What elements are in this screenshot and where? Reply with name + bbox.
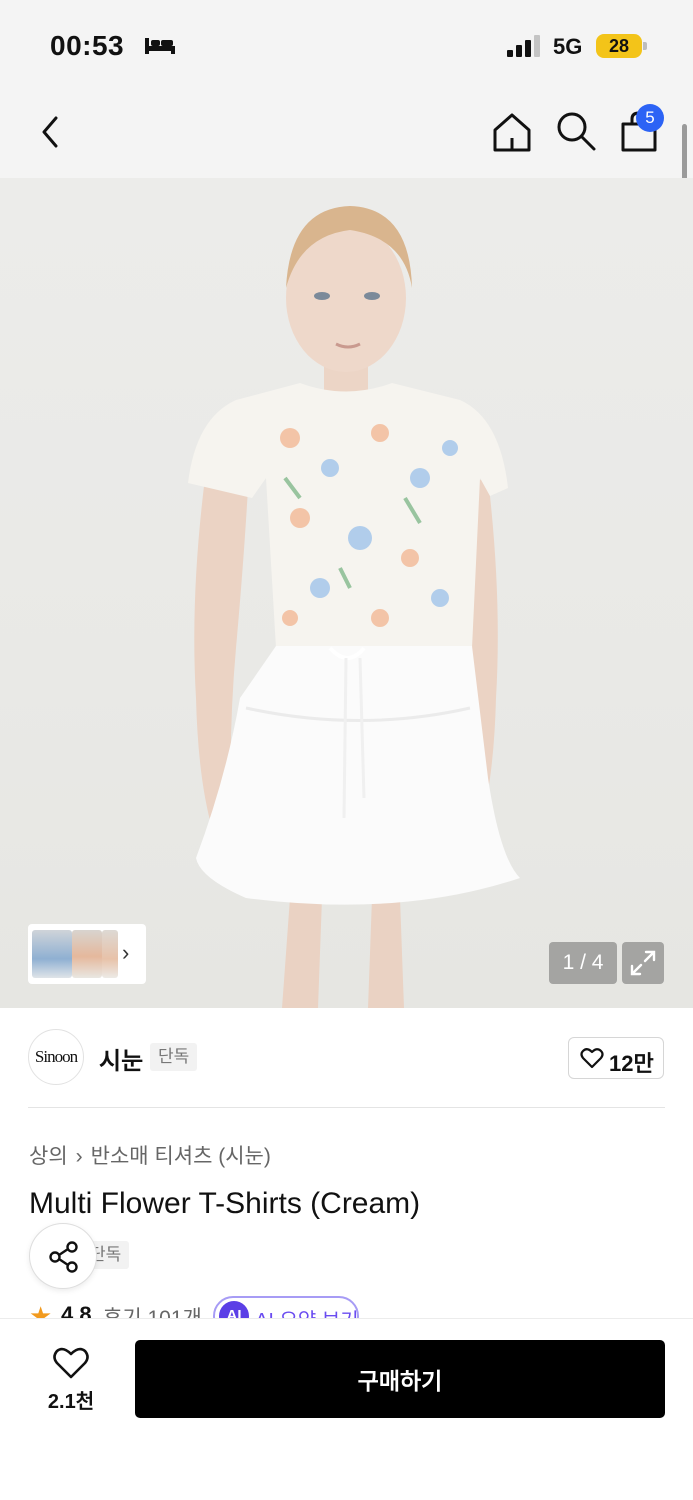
cellular-signal-icon [507, 35, 540, 57]
chevron-right-icon[interactable]: › [122, 940, 129, 966]
status-bar: 00:53 5G 28 [0, 0, 693, 92]
heart-icon [580, 1048, 604, 1069]
rating-row[interactable]: ★ 4.8 후기 101개 AI AI 요약 보기 [29, 1296, 429, 1318]
brand-like-button[interactable]: 12만 [568, 1037, 664, 1079]
brand-like-count: 12만 [609, 1051, 654, 1076]
back-arrow-icon[interactable] [34, 112, 66, 152]
battery-tip [643, 42, 647, 50]
brand-exclusive-tag: 단독 [150, 1043, 198, 1071]
expand-image-button[interactable] [622, 942, 664, 984]
breadcrumb-subcategory[interactable]: 반소매 티셔츠 (시눈) [91, 1145, 271, 1168]
share-icon [49, 1241, 78, 1273]
share-button[interactable] [29, 1223, 97, 1289]
top-navigation-bar [0, 92, 693, 178]
product-image[interactable] [0, 178, 693, 1008]
home-icon[interactable] [490, 110, 534, 154]
buy-button[interactable]: 구매하기 [135, 1340, 665, 1418]
ai-summary-label: AI 요약 보기 [255, 1304, 359, 1318]
breadcrumb-separator-icon: › [75, 1145, 83, 1168]
network-type: 5G [553, 34, 583, 59]
ai-badge: AI [219, 1301, 249, 1318]
thumbnail-strip[interactable]: › [28, 924, 146, 984]
thumbnail-1[interactable] [32, 930, 72, 978]
breadcrumb: 상의 › 반소매 티셔츠 (시눈) [29, 1140, 271, 1170]
product-title: Multi Flower T-Shirts (Cream) [29, 1187, 421, 1220]
sleep-mode-icon [145, 38, 175, 54]
battery-level: 28 [596, 34, 642, 58]
wishlist-count: 2.1천 [47, 1391, 95, 1413]
thumbnail-3[interactable] [102, 930, 118, 978]
search-icon[interactable] [555, 110, 597, 152]
star-icon: ★ [29, 1301, 53, 1318]
status-time: 00:53 [50, 30, 125, 61]
ai-summary-button[interactable]: AI AI 요약 보기 [213, 1296, 359, 1318]
expand-icon [630, 950, 656, 976]
model-photo [188, 206, 520, 1008]
rating-score: 4.8 [61, 1302, 92, 1318]
brand-logo[interactable]: Sinoon [28, 1029, 84, 1085]
review-count[interactable]: 후기 101개 [103, 1302, 202, 1318]
breadcrumb-category[interactable]: 상의 [29, 1145, 68, 1168]
brand-name[interactable]: 시눈 [99, 1041, 143, 1076]
cart-count-badge: 5 [636, 104, 664, 132]
thumbnail-2[interactable] [72, 930, 102, 978]
image-page-counter: 1 / 4 [549, 942, 617, 984]
divider [28, 1107, 665, 1108]
wishlist-heart-icon[interactable] [52, 1346, 90, 1380]
